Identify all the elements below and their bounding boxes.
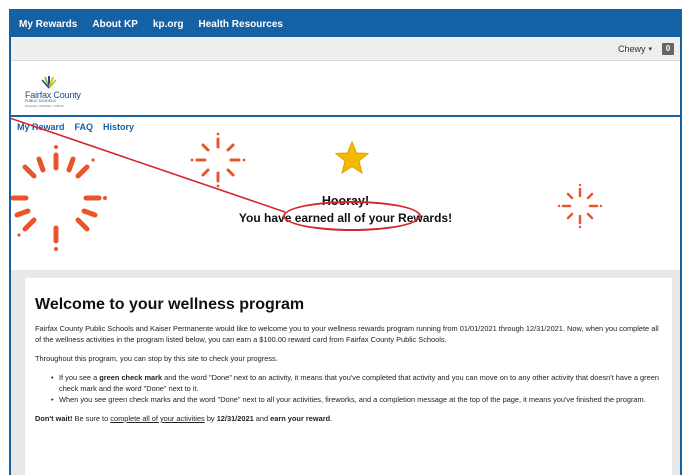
progress-note: Throughout this program, you can stop by… bbox=[35, 354, 278, 363]
firework-icon bbox=[190, 132, 246, 188]
welcome-card: Welcome to your wellness program Fairfax… bbox=[25, 278, 672, 475]
logo-area: Fairfax County PUBLIC SCHOOLS ENGAGE • I… bbox=[11, 61, 680, 115]
user-bar: Chewy ▾ 0 bbox=[11, 37, 680, 61]
logo-sub: PUBLIC SCHOOLS bbox=[25, 99, 56, 103]
nav-kp-org[interactable]: kp.org bbox=[153, 19, 184, 30]
list-item: If you see a green check mark and the wo… bbox=[51, 372, 662, 394]
welcome-title: Welcome to your wellness program bbox=[35, 296, 305, 313]
welcome-intro: Fairfax County Public Schools and Kaiser… bbox=[35, 324, 659, 344]
top-navigation: My Rewards About KP kp.org Health Resour… bbox=[11, 11, 680, 37]
list-item: When you see green check marks and the w… bbox=[51, 394, 662, 405]
tab-faq[interactable]: FAQ bbox=[75, 122, 94, 132]
logo-tagline: ENGAGE • INSPIRE • THRIVE bbox=[25, 104, 64, 108]
content-area: Welcome to your wellness program Fairfax… bbox=[11, 270, 680, 475]
user-name: Chewy bbox=[617, 43, 646, 54]
browser-frame: My Rewards About KP kp.org Health Resour… bbox=[9, 9, 682, 475]
nav-about-kp[interactable]: About KP bbox=[92, 19, 138, 30]
tab-bar: My Reward FAQ History bbox=[11, 115, 680, 137]
call-to-action: Don't wait! Be sure to complete all of y… bbox=[35, 414, 333, 423]
star-icon bbox=[335, 141, 369, 175]
callout-highlight-ellipse bbox=[283, 201, 421, 231]
complete-activities-link[interactable]: complete all of your activities bbox=[110, 414, 204, 423]
nav-health-resources[interactable]: Health Resources bbox=[198, 19, 282, 30]
tab-history[interactable]: History bbox=[103, 122, 134, 132]
user-menu[interactable]: Chewy ▾ bbox=[618, 44, 652, 54]
nav-my-rewards[interactable]: My Rewards bbox=[19, 19, 77, 30]
sunburst-icon bbox=[41, 76, 57, 89]
tab-my-reward[interactable]: My Reward bbox=[17, 122, 65, 132]
chevron-down-icon: ▾ bbox=[648, 45, 652, 53]
instructions-list: If you see a green check mark and the wo… bbox=[35, 372, 662, 405]
rewards-count-badge[interactable]: 0 bbox=[662, 42, 674, 55]
